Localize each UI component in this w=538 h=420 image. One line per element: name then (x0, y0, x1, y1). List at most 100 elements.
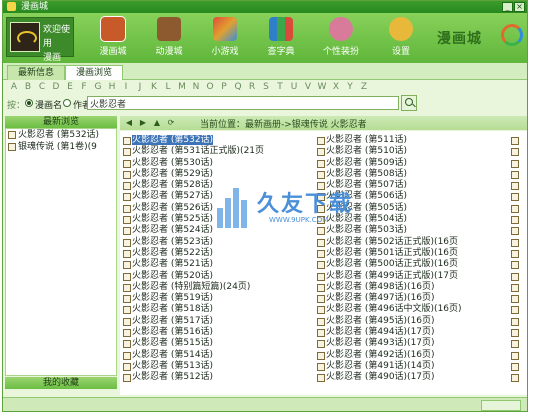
table-row[interactable]: 火影忍者 (第527话) (122, 191, 312, 202)
list-item[interactable]: 火影忍者 (第532话) (6, 129, 116, 141)
toolbar-item-mini-games[interactable]: 小游戏 (199, 16, 251, 60)
table-row[interactable]: 火影忍者 (第528话) (122, 180, 312, 191)
alphabet-letter-k[interactable]: K (147, 82, 161, 92)
table-row[interactable]: 火影忍者 (第513话) (122, 361, 312, 372)
table-row[interactable]: 火影忍者 (第493话)(17页) (316, 338, 508, 349)
alphabet-letter-v[interactable]: V (301, 82, 315, 92)
table-row[interactable]: 火影忍者 (第500话正式版)(16页 (316, 259, 508, 270)
alphabet-letter-i[interactable]: I (119, 82, 133, 92)
tab-latest-info[interactable]: 最新信息 (7, 65, 66, 80)
table-row[interactable] (510, 338, 527, 349)
minimize-button[interactable]: _ (502, 2, 513, 12)
table-row[interactable]: 火影忍者 (第495话)(16页) (316, 316, 508, 327)
alphabet-letter-r[interactable]: R (245, 82, 259, 92)
alphabet-letter-x[interactable]: X (329, 82, 343, 92)
table-row[interactable] (510, 361, 527, 372)
table-row[interactable] (510, 350, 527, 361)
table-row[interactable] (510, 304, 527, 315)
table-row[interactable]: 火影忍者 (第492话)(16页) (316, 350, 508, 361)
table-row[interactable]: 火影忍者 (第514话) (122, 350, 312, 361)
table-row[interactable]: 火影忍者 (第498话)(16页) (316, 282, 508, 293)
status-button[interactable] (481, 400, 521, 411)
table-row[interactable] (510, 169, 527, 180)
alphabet-letter-h[interactable]: H (105, 82, 119, 92)
search-button[interactable] (401, 95, 417, 111)
table-row[interactable]: 火影忍者 (第491话)(14页) (316, 361, 508, 372)
table-row[interactable]: 火影忍者 (第499话正式版)(17页 (316, 271, 508, 282)
alphabet-letter-p[interactable]: P (217, 82, 231, 92)
table-row[interactable]: 火影忍者 (第503话) (316, 225, 508, 236)
table-row[interactable] (510, 214, 527, 225)
alphabet-letter-y[interactable]: Y (343, 82, 357, 92)
alphabet-letter-c[interactable]: C (35, 82, 49, 92)
table-row[interactable]: 火影忍者 (第531话正式版)(21页 (122, 146, 312, 157)
alphabet-letter-z[interactable]: Z (357, 82, 371, 92)
alphabet-letter-g[interactable]: G (91, 82, 105, 92)
toolbar-item-settings[interactable]: 设置 (375, 16, 427, 60)
toolbar-item-personal-style[interactable]: 个性装扮 (315, 16, 367, 60)
table-row[interactable] (510, 158, 527, 169)
tab-comic-browse[interactable]: 漫画浏览 (65, 65, 124, 80)
alphabet-letter-t[interactable]: T (273, 82, 287, 92)
table-row[interactable]: 火影忍者 (第519话) (122, 293, 312, 304)
toolbar-item-anime-city[interactable]: 动漫城 (143, 16, 195, 60)
table-row[interactable]: 火影忍者 (第517话) (122, 316, 312, 327)
table-row[interactable] (510, 237, 527, 248)
table-row[interactable]: 火影忍者 (第525话) (122, 214, 312, 225)
table-row[interactable]: 火影忍者 (第501话正式版)(16页 (316, 248, 508, 259)
table-row[interactable]: 火影忍者 (第526话) (122, 203, 312, 214)
table-row[interactable]: 火影忍者 (第512话) (122, 372, 312, 383)
table-row[interactable] (510, 259, 527, 270)
alphabet-letter-e[interactable]: E (63, 82, 77, 92)
table-row[interactable] (510, 225, 527, 236)
alphabet-letter-f[interactable]: F (77, 82, 91, 92)
table-row[interactable] (510, 191, 527, 202)
alphabet-letter-m[interactable]: M (175, 82, 189, 92)
radio-comic-name[interactable] (25, 99, 33, 107)
search-input[interactable] (87, 96, 399, 110)
toolbar-item-dictionary[interactable]: 查字典 (255, 16, 307, 60)
alphabet-letter-j[interactable]: J (133, 82, 147, 92)
table-row[interactable]: 火影忍者 (第515话) (122, 338, 312, 349)
table-row[interactable]: 火影忍者 (第502话正式版)(16页 (316, 237, 508, 248)
toolbar-item-comic-city[interactable]: 漫画城 (87, 16, 139, 60)
alphabet-letter-d[interactable]: D (49, 82, 63, 92)
table-row[interactable] (510, 293, 527, 304)
table-row[interactable] (510, 180, 527, 191)
table-row[interactable] (510, 135, 527, 146)
table-row[interactable]: 火影忍者 (第510话) (316, 146, 508, 157)
table-row[interactable]: 火影忍者 (第521话) (122, 259, 312, 270)
table-row[interactable]: 火影忍者 (第530话) (122, 158, 312, 169)
my-favorites-button[interactable]: 我的收藏 (5, 377, 117, 389)
alphabet-letter-s[interactable]: S (259, 82, 273, 92)
table-row[interactable]: 火影忍者 (第529话) (122, 169, 312, 180)
table-row[interactable] (510, 372, 527, 383)
back-icon[interactable]: ◀ (124, 118, 134, 128)
table-row[interactable]: 火影忍者 (第511话) (316, 135, 508, 146)
alphabet-letter-w[interactable]: W (315, 82, 329, 92)
table-row[interactable]: 火影忍者 (第532话) (122, 135, 312, 146)
table-row[interactable]: 火影忍者 (特别篇短篇)(24页) (122, 282, 312, 293)
table-row[interactable]: 火影忍者 (第509话) (316, 158, 508, 169)
table-row[interactable] (510, 248, 527, 259)
alphabet-letter-n[interactable]: N (189, 82, 203, 92)
table-row[interactable]: 火影忍者 (第496话中文版)(16页) (316, 304, 508, 315)
alphabet-letter-l[interactable]: L (161, 82, 175, 92)
alphabet-letter-u[interactable]: U (287, 82, 301, 92)
table-row[interactable]: 火影忍者 (第523话) (122, 237, 312, 248)
table-row[interactable]: 火影忍者 (第497话)(16页) (316, 293, 508, 304)
table-row[interactable]: 火影忍者 (第505话) (316, 203, 508, 214)
table-row[interactable] (510, 203, 527, 214)
list-item[interactable]: 银魂传说 (第1卷)(9 (6, 141, 116, 153)
forward-icon[interactable]: ▶ (138, 118, 148, 128)
profile-panel[interactable]: 欢迎使用 漫画 (6, 17, 74, 63)
radio-author[interactable] (63, 99, 71, 107)
alphabet-letter-a[interactable]: A (7, 82, 21, 92)
alphabet-letter-o[interactable]: O (203, 82, 217, 92)
table-row[interactable] (510, 271, 527, 282)
up-icon[interactable]: ▲ (152, 118, 162, 128)
refresh-icon[interactable]: ⟳ (166, 118, 176, 128)
table-row[interactable]: 火影忍者 (第506话) (316, 191, 508, 202)
table-row[interactable] (510, 327, 527, 338)
table-row[interactable]: 火影忍者 (第516话) (122, 327, 312, 338)
